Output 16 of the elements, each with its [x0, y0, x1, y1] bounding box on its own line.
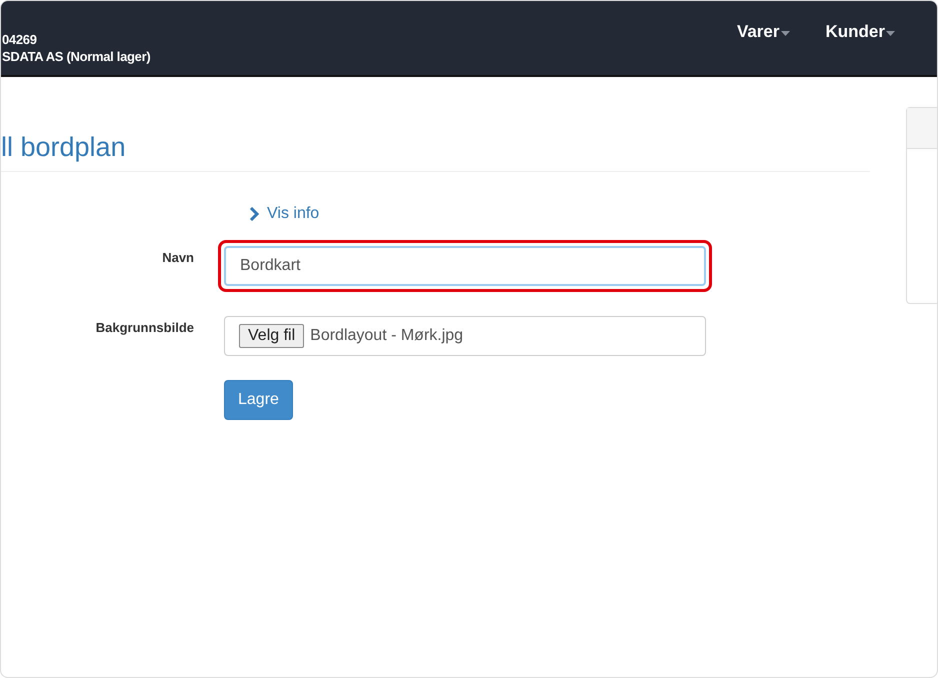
file-name: Bordlayout - Mørk.jpg [310, 327, 464, 345]
save-button[interactable]: Lagre [224, 380, 293, 420]
account-text: 04269 [2, 31, 38, 48]
field-label: Navn [161, 249, 194, 265]
chevron-icon [249, 207, 259, 221]
nav-menu[interactable]: Kunder [826, 22, 895, 42]
vis-info-link[interactable]: Vis info [249, 204, 320, 224]
nav-menu[interactable]: Varer [736, 22, 790, 42]
choose-file-button[interactable]: Velg fil [239, 324, 304, 348]
name-input[interactable]: Bordkart [224, 246, 706, 286]
caret-icon [780, 30, 790, 36]
page-title: ll bordplan [1, 131, 127, 164]
caret-icon [886, 30, 895, 36]
account-text: SDATA AS (Normal lager) [2, 48, 150, 65]
field-label: Bakgrunnsbilde [94, 319, 194, 335]
file-input[interactable]: Velg fil Bordlayout - Mørk.jpg [224, 316, 706, 356]
